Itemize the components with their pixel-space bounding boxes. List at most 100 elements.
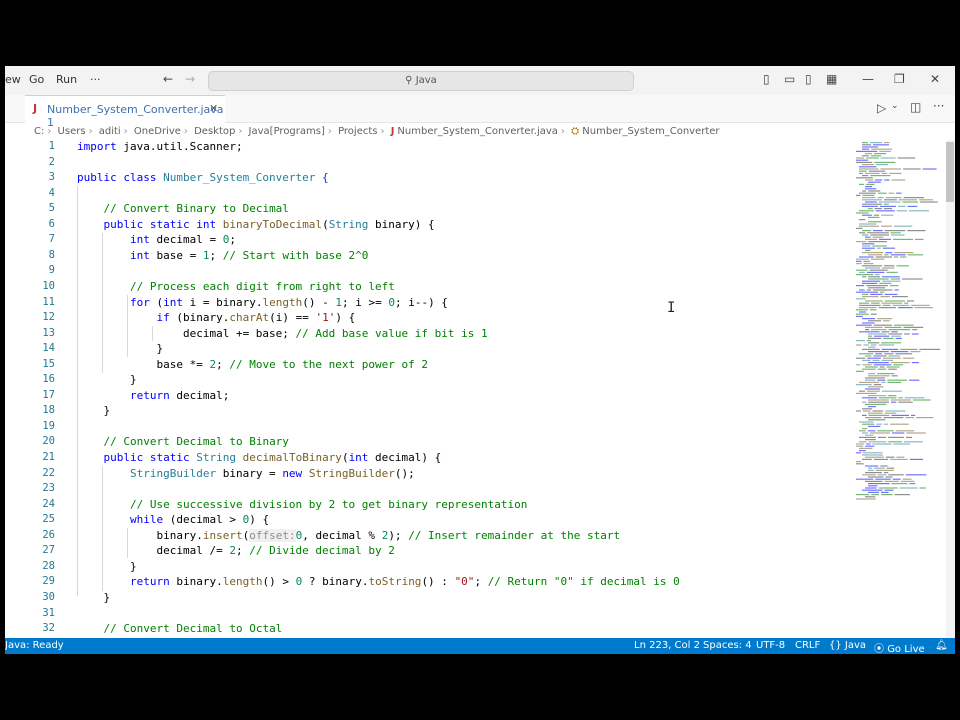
minimap-line xyxy=(881,331,890,333)
code-line[interactable]: 1 import java.util.Scanner; xyxy=(5,140,845,155)
code-line[interactable]: 4 xyxy=(5,187,845,202)
minimap-line xyxy=(862,234,869,236)
code-line[interactable]: 26 binary.insert(offset:0, decimal % 2);… xyxy=(5,528,845,544)
code-line[interactable]: 17 return decimal; xyxy=(5,389,845,404)
code-line[interactable]: 29 return binary.length() > 0 ? binary.t… xyxy=(5,575,845,590)
restore-icon[interactable]: ❐ xyxy=(894,72,905,86)
breadcrumb-item[interactable]: aditi xyxy=(99,126,121,137)
code-text: return decimal; xyxy=(129,388,230,402)
scrollbar-thumb[interactable] xyxy=(946,142,954,202)
split-editor-icon[interactable]: ◫ xyxy=(910,100,921,114)
minimap[interactable] xyxy=(852,140,944,520)
minimap-line xyxy=(862,146,879,148)
code-line[interactable]: 31 xyxy=(5,607,845,622)
code-line[interactable]: 32 // Convert Decimal to Octal xyxy=(5,622,845,637)
encoding[interactable]: UTF-8 xyxy=(756,640,785,651)
toggle-sidebar-icon[interactable]: ▯ xyxy=(763,72,770,86)
code-line[interactable]: 5 // Convert Binary to Decimal xyxy=(5,202,845,217)
code-line[interactable]: 20 // Convert Decimal to Binary xyxy=(5,435,845,450)
close-tab-icon[interactable]: ✕ xyxy=(209,102,218,115)
minimap-line xyxy=(866,157,879,159)
code-line[interactable]: 7 int decimal = 0; xyxy=(5,233,845,248)
code-line[interactable]: 22 StringBuilder binary = new StringBuil… xyxy=(5,467,845,482)
code-line[interactable]: 27 decimal /= 2; // Divide decimal by 2 xyxy=(5,544,845,559)
java-status[interactable]: Java: Ready xyxy=(5,640,64,651)
breadcrumb-item[interactable]: Users xyxy=(58,126,86,137)
minimap-line xyxy=(859,256,874,258)
minimize-icon[interactable]: — xyxy=(862,72,874,86)
code-line[interactable]: 19 xyxy=(5,420,845,435)
minimap-line xyxy=(878,397,897,399)
minimap-line xyxy=(870,155,882,157)
run-dropdown-icon[interactable]: ⌄ xyxy=(891,101,899,111)
code-editor[interactable]: 1 import java.util.Scanner; 2 3 public class… xyxy=(5,140,845,638)
close-window-icon[interactable]: ✕ xyxy=(930,72,940,86)
code-line[interactable]: 14 } xyxy=(5,342,845,357)
forward-arrow-icon[interactable]: → xyxy=(185,72,195,86)
toggle-secondary-sidebar-icon[interactable]: ▯ xyxy=(805,72,812,86)
go-live-button[interactable]: ⦿ Go Live xyxy=(874,640,925,654)
code-line[interactable]: 21 public static String decimalToBinary(… xyxy=(5,451,845,466)
breadcrumb-item[interactable]: Projects xyxy=(338,126,377,137)
java-file-icon: J xyxy=(33,102,38,115)
code-line[interactable]: 16 } xyxy=(5,373,845,388)
code-line[interactable]: 8 int base = 1; // Start with base 2^0 xyxy=(5,249,845,264)
minimap-line xyxy=(867,390,880,392)
code-line[interactable]: 6 public static int binaryToDecimal(Stri… xyxy=(5,218,845,233)
run-icon[interactable]: ▷ xyxy=(877,101,886,115)
breadcrumb-item[interactable]: OneDrive xyxy=(134,126,181,137)
line-number: 10 xyxy=(42,279,55,292)
code-line[interactable]: 3 public class Number_System_Converter { xyxy=(5,171,845,186)
code-line[interactable]: 11 for (int i = binary.length() - 1; i >… xyxy=(5,296,845,311)
minimap-line xyxy=(859,441,867,443)
minimap-line xyxy=(893,238,914,240)
code-line[interactable]: 12 if (binary.charAt(i) == '1') { xyxy=(5,311,845,326)
minimap-line xyxy=(856,227,863,229)
minimap-line xyxy=(881,342,901,344)
more-actions-icon[interactable]: ··· xyxy=(933,99,944,113)
indentation[interactable]: Spaces: 4 xyxy=(703,640,752,651)
code-line[interactable]: 15 base *= 2; // Move to the next power … xyxy=(5,358,845,373)
minimap-line xyxy=(862,194,875,196)
code-line[interactable]: 25 while (decimal > 0) { xyxy=(5,513,845,528)
cursor-position[interactable]: Ln 223, Col 2 xyxy=(634,640,700,651)
minimap-line xyxy=(875,469,894,471)
breadcrumb-item[interactable]: Java[Programs] xyxy=(249,126,325,137)
code-line[interactable]: 30 } xyxy=(5,591,845,606)
code-line[interactable]: 28 } xyxy=(5,560,845,575)
code-line[interactable]: 2 xyxy=(5,156,845,171)
code-line[interactable]: 23 xyxy=(5,482,845,497)
minimap-line xyxy=(891,331,898,333)
minimap-line xyxy=(868,337,882,339)
bell-icon[interactable]: 🔔︎ xyxy=(935,640,948,651)
breadcrumb-item[interactable]: Desktop xyxy=(194,126,235,137)
customize-layout-icon[interactable]: ▦ xyxy=(826,72,837,86)
menu-more[interactable]: ··· xyxy=(90,73,101,86)
breadcrumb-item[interactable]: Number_System_Converter.java xyxy=(397,126,557,137)
editor-tab[interactable]: J Number_System_Converter.java 1 ✕ xyxy=(25,95,225,129)
back-arrow-icon[interactable]: ← xyxy=(163,72,173,86)
minimap-line xyxy=(862,397,877,399)
menu-view[interactable]: ew xyxy=(5,73,21,86)
menu-run[interactable]: Run xyxy=(56,73,77,86)
command-center-search[interactable]: ⚲ Java xyxy=(208,71,634,91)
line-ending[interactable]: CRLF xyxy=(795,640,820,651)
minimap-line xyxy=(880,465,888,467)
minimap-line xyxy=(904,302,909,304)
vertical-scrollbar[interactable] xyxy=(946,140,955,638)
minimap-line xyxy=(883,203,889,205)
minimap-line xyxy=(865,201,877,203)
toggle-panel-icon[interactable]: ▭ xyxy=(784,72,795,86)
minimap-line xyxy=(871,302,880,304)
minimap-line xyxy=(885,456,895,458)
code-line[interactable]: 13 decimal += base; // Add base value if… xyxy=(5,327,845,342)
menu-go[interactable]: Go xyxy=(29,73,44,86)
breadcrumb-item[interactable]: Number_System_Converter xyxy=(582,126,719,137)
code-line[interactable]: 18 } xyxy=(5,404,845,419)
language-mode[interactable]: {} Java xyxy=(829,640,866,651)
breadcrumb-item[interactable]: C: xyxy=(34,126,44,137)
code-line[interactable]: 24 // Use successive division by 2 to ge… xyxy=(5,498,845,513)
code-line[interactable]: 9 xyxy=(5,264,845,279)
minimap-line xyxy=(856,269,868,271)
code-line[interactable]: 10 // Process each digit from right to l… xyxy=(5,280,845,295)
